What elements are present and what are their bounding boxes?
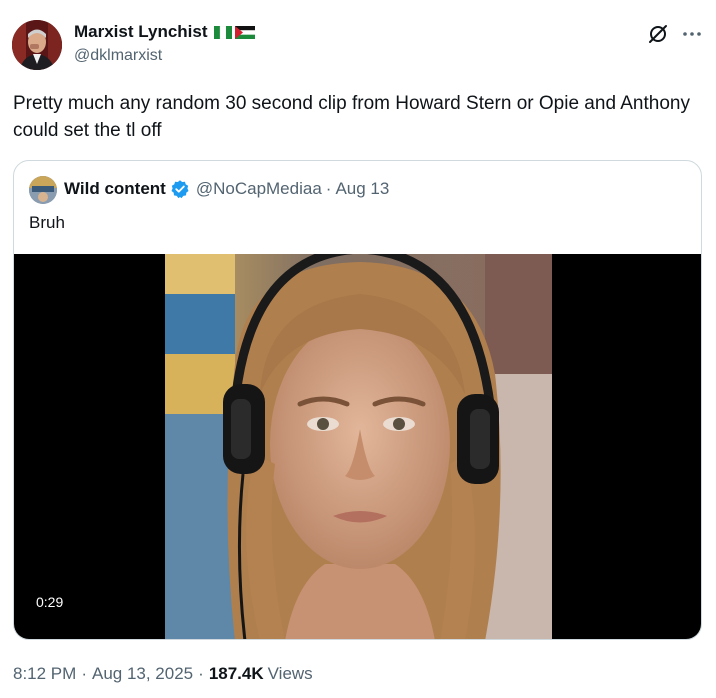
video-player[interactable]: 0:29: [14, 254, 701, 639]
author-handle[interactable]: @dklmarxist: [74, 47, 162, 65]
author-display-name[interactable]: Marxist Lynchist: [74, 22, 208, 42]
quoted-avatar-image: [29, 176, 57, 204]
verified-badge-icon: [171, 180, 189, 199]
avatar-image: [12, 20, 62, 70]
nigeria-flag-icon: [213, 25, 232, 39]
more-icon[interactable]: [680, 22, 704, 46]
tweet: Marxist Lynchist @dklmarxist Pretty much…: [0, 0, 716, 698]
tweet-meta: 8:12 PM · Aug 13, 2025 · 187.4K Views: [13, 664, 313, 684]
video-thumbnail: [165, 254, 552, 639]
author-name-row: Marxist Lynchist: [74, 22, 255, 42]
meta-separator: ·: [198, 664, 204, 683]
quoted-header: Wild content @NoCapMediaa · Aug 13: [64, 179, 389, 199]
quoted-avatar[interactable]: [29, 176, 57, 204]
video-frame: [165, 254, 552, 639]
views-count[interactable]: 187.4K: [209, 664, 264, 684]
tweet-text: Pretty much any random 30 second clip fr…: [13, 93, 690, 141]
tweet-time[interactable]: 8:12 PM: [13, 664, 76, 684]
quoted-text: Bruh: [29, 213, 65, 232]
author-flags: [213, 25, 255, 39]
quoted-handle[interactable]: @NoCapMediaa: [196, 179, 322, 199]
quoted-separator: ·: [325, 179, 332, 198]
video-duration: 0:29: [29, 591, 71, 613]
tweet-date[interactable]: Aug 13, 2025: [92, 664, 193, 684]
author-avatar[interactable]: [12, 20, 62, 70]
palestine-flag-icon: [234, 25, 255, 39]
quoted-date[interactable]: Aug 13: [335, 179, 389, 199]
meta-separator: ·: [81, 664, 87, 683]
grok-icon[interactable]: [646, 22, 670, 46]
views-label: Views: [267, 664, 313, 683]
quoted-display-name[interactable]: Wild content: [64, 179, 166, 199]
quoted-tweet[interactable]: Wild content @NoCapMediaa · Aug 13 Bruh: [13, 160, 702, 640]
